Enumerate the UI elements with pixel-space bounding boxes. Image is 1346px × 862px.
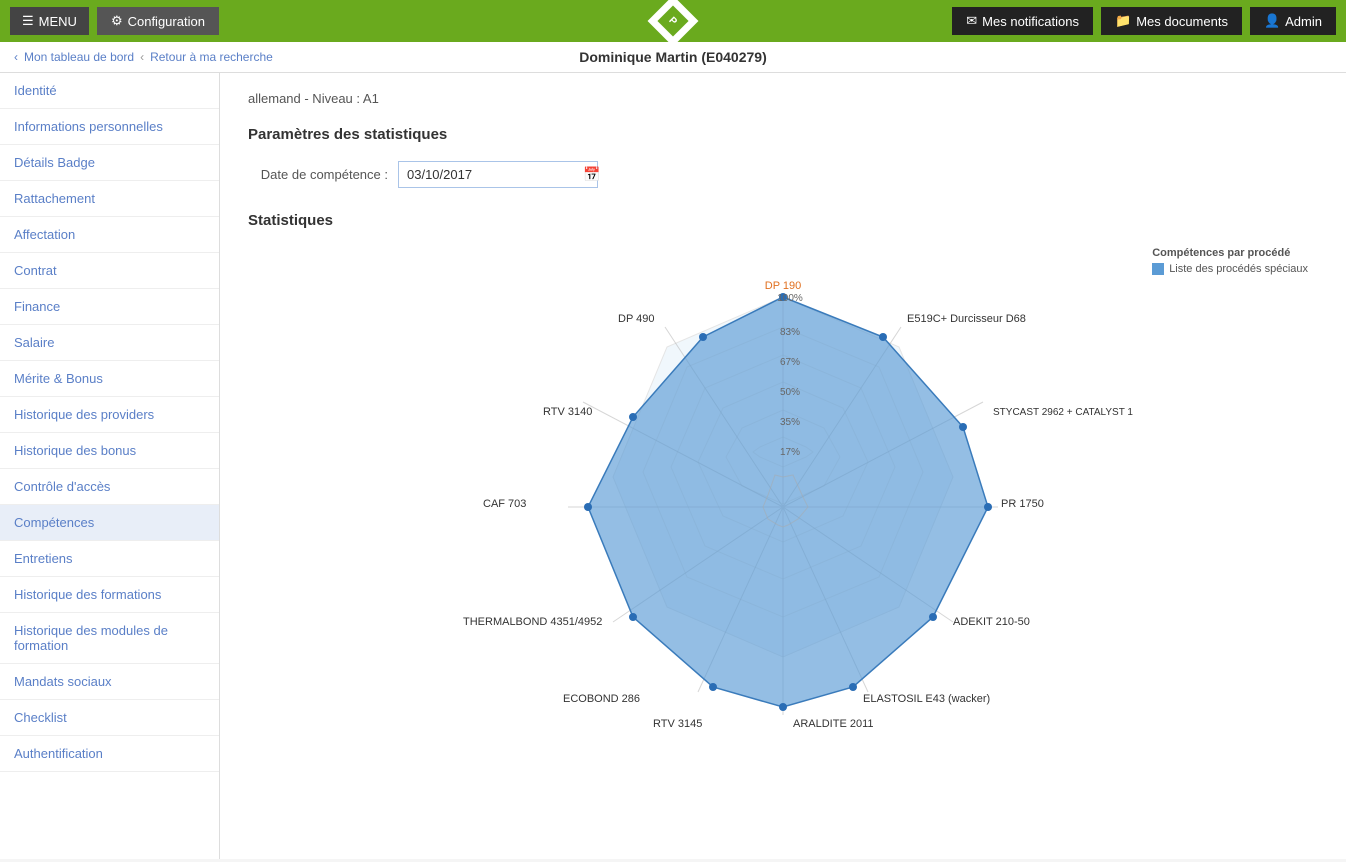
svg-text:67%: 67% <box>780 357 800 368</box>
sidebar-item-checklist[interactable]: Checklist <box>0 700 219 736</box>
svg-text:THERMALBOND 4351/4952: THERMALBOND 4351/4952 <box>463 616 602 628</box>
admin-button[interactable]: 👤 Admin <box>1250 7 1336 35</box>
svg-text:RTV 3145: RTV 3145 <box>653 718 702 730</box>
sidebar-item-comptences[interactable]: Compétences <box>0 505 219 541</box>
menu-button[interactable]: ☰ MENU <box>10 7 89 35</box>
sidebar-item-salaire[interactable]: Salaire <box>0 325 219 361</box>
svg-text:100%: 100% <box>777 293 803 304</box>
sidebar-item-contrle-daccs[interactable]: Contrôle d'accès <box>0 469 219 505</box>
svg-text:ELASTOSIL E43 (wacker): ELASTOSIL E43 (wacker) <box>863 693 990 705</box>
svg-text:50%: 50% <box>780 387 800 398</box>
legend-title: Compétences par procédé <box>1152 247 1308 259</box>
sidebar-item-historique-des-modules-de-formation[interactable]: Historique des modules de formation <box>0 613 219 664</box>
page-title: Dominique Martin (E040279) <box>579 49 767 65</box>
breadcrumb-sep1: ‹ <box>140 50 144 64</box>
sidebar-item-historique-des-providers[interactable]: Historique des providers <box>0 397 219 433</box>
date-label: Date de compétence : <box>248 167 388 182</box>
radar-chart: 100% 83% 67% 50% 35% 17% DP 190 E519C+ D… <box>433 247 1133 747</box>
svg-text:17%: 17% <box>780 447 800 458</box>
svg-text:35%: 35% <box>780 417 800 428</box>
legend-item: Liste des procédés spéciaux <box>1152 263 1308 275</box>
sidebar-item-mrite--bonus[interactable]: Mérite & Bonus <box>0 361 219 397</box>
breadcrumb: ‹ Mon tableau de bord ‹ Retour à ma rech… <box>0 42 1346 73</box>
sidebar-item-informations-personnelles[interactable]: Informations personnelles <box>0 109 219 145</box>
logo: P <box>655 3 691 39</box>
sidebar-item-historique-des-formations[interactable]: Historique des formations <box>0 577 219 613</box>
svg-text:ADEKIT 210-50: ADEKIT 210-50 <box>953 616 1030 628</box>
svg-text:83%: 83% <box>780 327 800 338</box>
svg-text:ARALDITE 2011: ARALDITE 2011 <box>793 718 874 730</box>
legend-item-label: Liste des procédés spéciaux <box>1169 263 1308 275</box>
sidebar-item-rattachement[interactable]: Rattachement <box>0 181 219 217</box>
folder-icon: 📁 <box>1115 13 1131 29</box>
date-input[interactable] <box>407 167 583 182</box>
envelope-icon: ✉ <box>966 13 977 29</box>
svg-text:RTV 3140: RTV 3140 <box>543 406 592 418</box>
date-input-wrap[interactable]: 📅 <box>398 161 598 188</box>
language-info: allemand - Niveau : A1 <box>248 91 1318 106</box>
config-button[interactable]: ⚙ Configuration <box>97 7 219 35</box>
sidebar-item-entretiens[interactable]: Entretiens <box>0 541 219 577</box>
svg-text:DP 490: DP 490 <box>618 313 655 325</box>
sidebar-item-identit[interactable]: Identité <box>0 73 219 109</box>
sidebar-item-dtails-badge[interactable]: Détails Badge <box>0 145 219 181</box>
svg-text:STYCAST 2962 + CATALYST 14 ou: STYCAST 2962 + CATALYST 14 ou 17 <box>993 407 1133 418</box>
main-content: allemand - Niveau : A1 Paramètres des st… <box>220 73 1346 859</box>
sidebar-item-historique-des-bonus[interactable]: Historique des bonus <box>0 433 219 469</box>
stats-params-title: Paramètres des statistiques <box>248 126 1318 143</box>
documents-button[interactable]: 📁 Mes documents <box>1101 7 1242 35</box>
documents-label: Mes documents <box>1136 14 1228 29</box>
sidebar-item-authentification[interactable]: Authentification <box>0 736 219 772</box>
radar-axis-labels: DP 190 <box>765 280 802 292</box>
config-label: Configuration <box>128 14 205 29</box>
legend-color-box <box>1152 263 1164 275</box>
svg-text:ECOBOND 286: ECOBOND 286 <box>563 693 640 705</box>
svg-text:DP 190: DP 190 <box>765 280 802 292</box>
breadcrumb-search[interactable]: Retour à ma recherche <box>150 50 273 64</box>
notifications-label: Mes notifications <box>982 14 1079 29</box>
svg-text:PR 1750: PR 1750 <box>1001 498 1044 510</box>
chart-wrapper: Compétences par procédé Liste des procéd… <box>248 247 1318 747</box>
gear-icon: ⚙ <box>111 13 123 29</box>
sidebar: IdentitéInformations personnellesDétails… <box>0 73 220 859</box>
hamburger-icon: ☰ <box>22 13 34 29</box>
main-layout: IdentitéInformations personnellesDétails… <box>0 73 1346 859</box>
date-row: Date de compétence : 📅 <box>248 161 1318 188</box>
sidebar-item-mandats-sociaux[interactable]: Mandats sociaux <box>0 664 219 700</box>
admin-label: Admin <box>1285 14 1322 29</box>
user-icon: 👤 <box>1264 13 1280 29</box>
menu-label: MENU <box>39 14 77 29</box>
sidebar-item-finance[interactable]: Finance <box>0 289 219 325</box>
calendar-icon[interactable]: 📅 <box>583 166 600 183</box>
chart-section-title: Statistiques <box>248 212 1318 229</box>
sidebar-item-contrat[interactable]: Contrat <box>0 253 219 289</box>
top-nav: ☰ MENU ⚙ Configuration P ✉ Mes notificat… <box>0 0 1346 42</box>
svg-text:E519C+ Durcisseur D68: E519C+ Durcisseur D68 <box>907 313 1026 325</box>
breadcrumb-arrow: ‹ <box>14 50 18 64</box>
notifications-button[interactable]: ✉ Mes notifications <box>952 7 1093 35</box>
svg-text:CAF 703: CAF 703 <box>483 498 526 510</box>
breadcrumb-dashboard[interactable]: Mon tableau de bord <box>24 50 134 64</box>
sidebar-item-affectation[interactable]: Affectation <box>0 217 219 253</box>
chart-legend: Compétences par procédé Liste des procéd… <box>1152 247 1308 275</box>
